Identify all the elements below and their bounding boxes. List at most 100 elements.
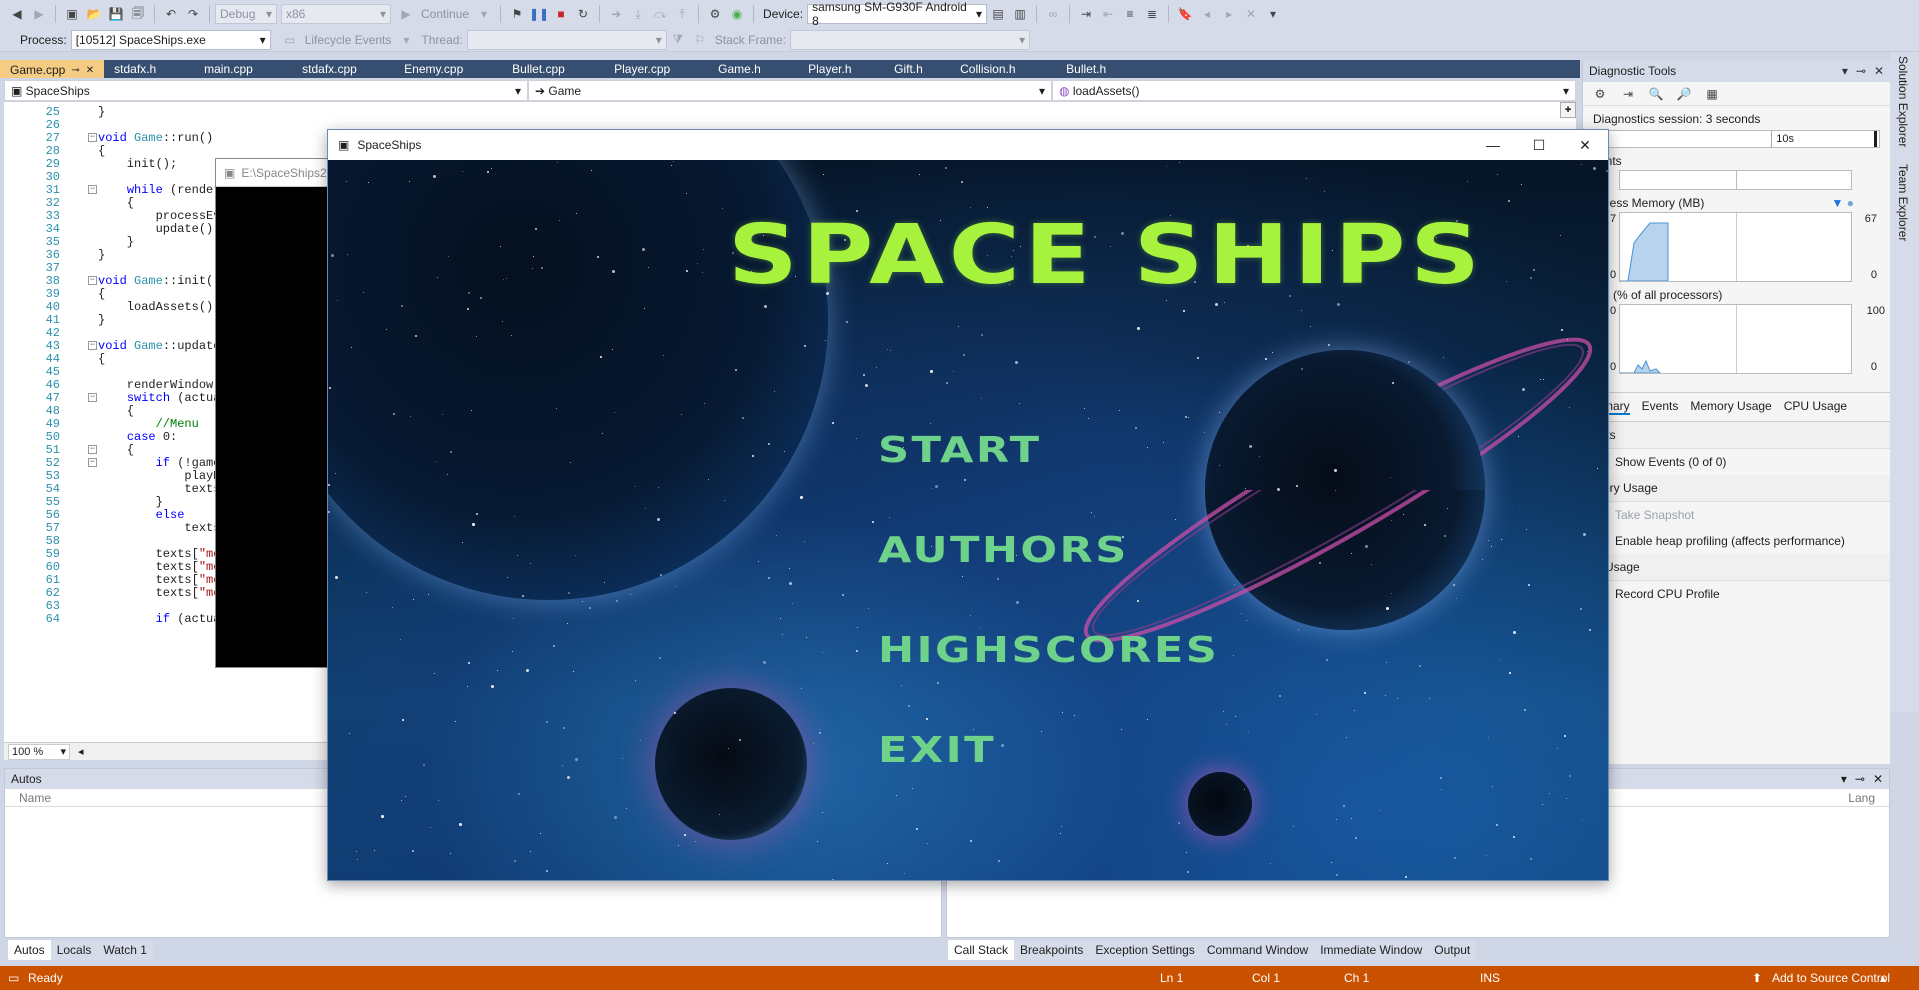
take-snapshot-button[interactable]: Take Snapshot: [1583, 502, 1890, 528]
close-icon[interactable]: ✕: [1874, 64, 1884, 78]
tab-game-h[interactable]: Game.h: [708, 60, 798, 78]
console-window[interactable]: ▣ E:\SpaceShips2: [215, 158, 335, 668]
tab-memory-usage[interactable]: Memory Usage: [1690, 399, 1771, 415]
lifecycle-icon[interactable]: ▭: [281, 31, 299, 49]
collapse-icon[interactable]: −: [88, 185, 97, 194]
redo-icon[interactable]: ↷: [184, 5, 202, 23]
continue-button[interactable]: Continue: [421, 7, 469, 21]
collapse-icon[interactable]: −: [88, 276, 97, 285]
minimize-icon[interactable]: —: [1470, 130, 1516, 160]
step-out-icon[interactable]: ⤒: [673, 5, 691, 23]
tab-enemy-cpp[interactable]: Enemy.cpp: [394, 60, 502, 78]
cpu-chart[interactable]: 0 0 100 0: [1610, 304, 1885, 374]
tab-command-window[interactable]: Command Window: [1201, 940, 1314, 960]
pin-icon[interactable]: ⊸: [71, 65, 79, 76]
continue-icon[interactable]: ▶: [397, 5, 415, 23]
tab-locals[interactable]: Locals: [51, 940, 98, 960]
game-canvas[interactable]: SPACE SHIPS START AUTHORS HIGHSCORES EXI…: [328, 160, 1608, 880]
bookmark-icon[interactable]: 🔖: [1176, 5, 1194, 23]
lifecycle-events-button[interactable]: Lifecycle Events: [305, 33, 392, 47]
indent-icon[interactable]: ⇥: [1077, 5, 1095, 23]
add-to-source-control-button[interactable]: Add to Source Control: [1772, 971, 1890, 985]
collapse-icon[interactable]: −: [88, 133, 97, 142]
solution-explorer-tab[interactable]: Solution Explorer: [1896, 56, 1910, 147]
tab-player-h[interactable]: Player.h: [798, 60, 884, 78]
back-icon[interactable]: ◀: [8, 5, 26, 23]
step-over-icon[interactable]: ⤼: [651, 5, 669, 23]
collapse-icon[interactable]: −: [88, 445, 97, 454]
save-all-icon[interactable]: 🗐: [129, 5, 147, 23]
tab-player-cpp[interactable]: Player.cpp: [604, 60, 708, 78]
spaceships-game-window[interactable]: ▣ SpaceShips — ☐ ✕ SPACE SHIPS START AUTHOR…: [327, 129, 1609, 881]
stop-icon[interactable]: ■: [552, 5, 570, 23]
configuration-select[interactable]: Debug ▾: [215, 4, 277, 24]
close-icon[interactable]: ✕: [86, 65, 94, 76]
record-cpu-profile-button[interactable]: Record CPU Profile: [1583, 581, 1890, 607]
tab-gift-h[interactable]: Gift.h: [884, 60, 950, 78]
menu-highscores[interactable]: HIGHSCORES: [878, 630, 1219, 671]
pin-icon[interactable]: ⊸: [1855, 772, 1865, 786]
close-icon[interactable]: ✕: [1562, 130, 1608, 160]
tab-output[interactable]: Output: [1428, 940, 1476, 960]
zoom-select[interactable]: 100 % ▾: [8, 743, 70, 760]
chevron-up-icon[interactable]: ▴: [1880, 971, 1886, 985]
team-explorer-tab[interactable]: Team Explorer: [1896, 164, 1910, 241]
filter-icon[interactable]: ⧩: [669, 31, 687, 49]
tab-main-cpp[interactable]: main.cpp: [194, 60, 292, 78]
flag-thread-icon[interactable]: ⚐: [691, 31, 709, 49]
device-icon[interactable]: ▤: [989, 5, 1007, 23]
thread-select[interactable]: ▾: [466, 29, 667, 50]
maximize-icon[interactable]: ☐: [1516, 130, 1562, 160]
pin-icon[interactable]: ⊸: [1856, 64, 1866, 78]
chevron-down-icon[interactable]: ▾: [397, 31, 415, 49]
open-file-icon[interactable]: 📂: [85, 5, 103, 23]
tab-game-cpp[interactable]: Game.cpp ⊸ ✕: [0, 60, 105, 78]
reset-view-icon[interactable]: ▦: [1703, 85, 1721, 103]
thread-icon[interactable]: ⚙: [706, 5, 724, 23]
uncomment-icon[interactable]: ≣: [1143, 5, 1161, 23]
project-select[interactable]: ▣ SpaceShips ▾: [4, 80, 528, 101]
collapse-icon[interactable]: −: [88, 393, 97, 402]
scroll-left-icon[interactable]: ◂: [78, 745, 84, 758]
show-events-link[interactable]: Show Events (0 of 0): [1583, 449, 1890, 475]
dropdown-icon[interactable]: ▾: [1841, 772, 1847, 786]
pause-icon[interactable]: ❚❚: [529, 5, 549, 23]
language-column-header[interactable]: Lang: [1848, 791, 1875, 805]
tab-call-stack[interactable]: Call Stack: [948, 940, 1015, 960]
menu-authors[interactable]: AUTHORS: [878, 530, 1129, 571]
new-project-icon[interactable]: ▣: [63, 5, 81, 23]
clear-bookmarks-icon[interactable]: ✕: [1242, 5, 1260, 23]
tab-cpu-usage[interactable]: CPU Usage: [1784, 399, 1847, 415]
game-window-title-bar[interactable]: ▣ SpaceShips — ☐ ✕: [328, 130, 1608, 160]
chevron-down-icon[interactable]: ▾: [475, 5, 493, 23]
device-config-icon[interactable]: ▥: [1011, 5, 1029, 23]
menu-exit[interactable]: EXIT: [878, 730, 996, 771]
restart-icon[interactable]: ↻: [574, 5, 592, 23]
tab-collision-h[interactable]: Collision.h: [950, 60, 1056, 78]
collapse-icon[interactable]: −: [88, 458, 97, 467]
prev-bookmark-icon[interactable]: ◂: [1198, 5, 1216, 23]
tab-events[interactable]: Events: [1642, 399, 1679, 415]
step-into-icon[interactable]: ⤓: [629, 5, 647, 23]
tab-immediate-window[interactable]: Immediate Window: [1314, 940, 1428, 960]
scope-select[interactable]: ➔ Game ▾: [528, 80, 1052, 101]
undo-icon[interactable]: ↶: [162, 5, 180, 23]
tab-breakpoints[interactable]: Breakpoints: [1014, 940, 1089, 960]
zoom-out-icon[interactable]: 🔎: [1675, 85, 1693, 103]
save-icon[interactable]: 💾: [107, 5, 125, 23]
close-icon[interactable]: ✕: [1873, 772, 1883, 786]
stack-frame-select[interactable]: ▾: [790, 29, 1031, 50]
show-next-statement-icon[interactable]: ➜: [607, 5, 625, 23]
session-timeline[interactable]: 10s: [1593, 130, 1880, 148]
tab-stdafx-cpp[interactable]: stdafx.cpp: [292, 60, 394, 78]
tab-exception-settings[interactable]: Exception Settings: [1089, 940, 1200, 960]
tab-watch-1[interactable]: Watch 1: [97, 940, 153, 960]
menu-start[interactable]: START: [878, 430, 1041, 471]
collapse-icon[interactable]: −: [88, 341, 97, 350]
console-title-bar[interactable]: ▣ E:\SpaceShips2: [216, 159, 334, 187]
outdent-icon[interactable]: ⇤: [1099, 5, 1117, 23]
forward-icon[interactable]: ▶: [30, 5, 48, 23]
name-column-header[interactable]: Name: [19, 791, 51, 805]
platform-select[interactable]: x86 ▾: [281, 4, 391, 24]
chevron-down-icon[interactable]: ▾: [1264, 5, 1282, 23]
